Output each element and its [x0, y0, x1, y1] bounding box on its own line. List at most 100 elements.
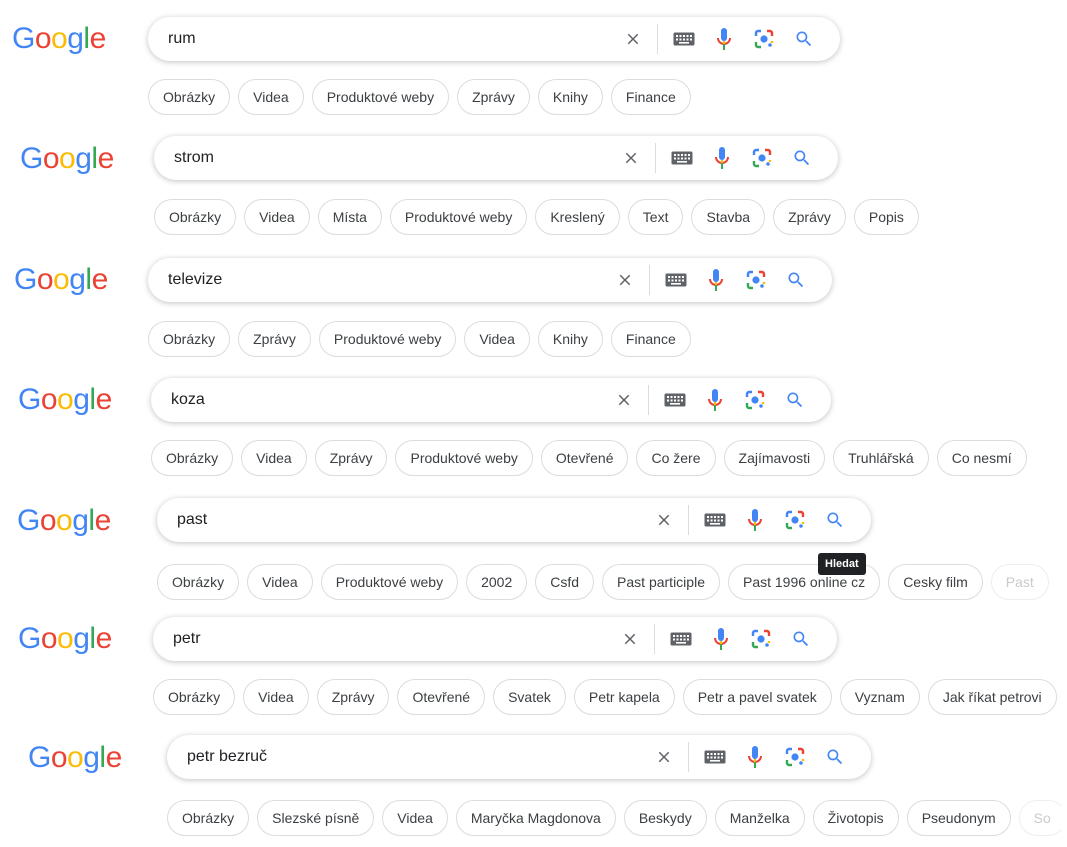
search-box[interactable]: petr bezruč [167, 735, 871, 779]
filter-chip[interactable]: Knihy [537, 321, 603, 357]
filter-chip[interactable]: Zprávy [316, 679, 390, 715]
lens-icon[interactable] [735, 378, 775, 422]
filter-chip[interactable]: Obrázky [148, 321, 231, 357]
search-box[interactable]: petr [153, 617, 837, 661]
filter-chip[interactable]: Truhlářská [833, 440, 929, 476]
filter-chip[interactable]: Videa [382, 800, 448, 836]
search-icon[interactable] [815, 735, 855, 779]
lens-icon[interactable] [744, 17, 784, 61]
filter-chip[interactable]: Csfd [535, 564, 595, 600]
search-icon[interactable] [784, 17, 824, 61]
lens-icon[interactable] [775, 498, 815, 542]
search-input[interactable]: past [177, 498, 207, 542]
keyboard-icon[interactable] [656, 258, 696, 302]
filter-chip[interactable]: Knihy [537, 79, 603, 115]
filter-chip[interactable]: Beskydy [623, 800, 707, 836]
filter-chip[interactable]: Produktové weby [395, 440, 533, 476]
search-box[interactable]: strom [154, 136, 838, 180]
filter-chip[interactable]: Obrázky [167, 800, 250, 836]
filter-chip[interactable]: Svatek [493, 679, 566, 715]
filter-chip[interactable]: Videa [241, 440, 307, 476]
filter-chip[interactable]: Zprávy [314, 440, 388, 476]
filter-chip[interactable]: Zprávy [773, 199, 846, 235]
filter-chip[interactable]: Past [990, 564, 1049, 600]
lens-icon[interactable] [775, 735, 815, 779]
filter-chip[interactable]: Obrázky [151, 440, 234, 476]
keyboard-icon[interactable] [661, 617, 701, 661]
google-logo[interactable]: Google [20, 144, 114, 174]
microphone-icon[interactable] [701, 617, 741, 661]
lens-icon[interactable] [736, 258, 776, 302]
filter-chip[interactable]: Vyznam [839, 679, 920, 715]
filter-chip[interactable]: Videa [464, 321, 530, 357]
filter-chip[interactable]: Obrázky [157, 564, 240, 600]
microphone-icon[interactable] [702, 136, 742, 180]
filter-chip[interactable]: Popis [853, 199, 919, 235]
clear-icon[interactable] [646, 735, 682, 779]
filter-chip[interactable]: Produktové weby [311, 79, 450, 115]
google-logo[interactable]: Google [18, 385, 112, 415]
search-input[interactable]: rum [168, 17, 196, 61]
clear-icon[interactable] [615, 17, 651, 61]
filter-chip[interactable]: Maryčka Magdonova [455, 800, 616, 836]
filter-chip[interactable]: Otevřené [540, 440, 629, 476]
filter-chip[interactable]: Zprávy [457, 79, 530, 115]
filter-chip[interactable]: Otevřené [397, 679, 486, 715]
google-logo[interactable]: Google [17, 506, 111, 536]
keyboard-icon[interactable] [662, 136, 702, 180]
keyboard-icon[interactable] [664, 17, 704, 61]
search-box[interactable]: rum [148, 17, 840, 61]
search-input[interactable]: koza [171, 378, 205, 422]
google-logo[interactable]: Google [14, 265, 108, 295]
keyboard-icon[interactable] [655, 378, 695, 422]
filter-chip[interactable]: Co žere [636, 440, 716, 476]
filter-chip[interactable]: Obrázky [154, 199, 237, 235]
google-logo[interactable]: Google [28, 743, 122, 773]
filter-chip[interactable]: Pseudonym [906, 800, 1011, 836]
microphone-icon[interactable] [735, 735, 775, 779]
clear-icon[interactable] [606, 378, 642, 422]
search-input[interactable]: strom [174, 136, 214, 180]
filter-chip[interactable]: Stavba [691, 199, 766, 235]
search-input[interactable]: petr bezruč [187, 735, 267, 779]
clear-icon[interactable] [646, 498, 682, 542]
google-logo[interactable]: Google [18, 624, 112, 654]
search-box[interactable]: televize [148, 258, 832, 302]
microphone-icon[interactable] [704, 17, 744, 61]
filter-chip[interactable]: Cesky film [888, 564, 983, 600]
filter-chip[interactable]: Zprávy [238, 321, 311, 357]
filter-chip[interactable]: Obrázky [153, 679, 236, 715]
keyboard-icon[interactable] [695, 498, 735, 542]
filter-chip[interactable]: Slezské písně [257, 800, 375, 836]
filter-chip[interactable]: Jak říkat petrovi [927, 679, 1057, 715]
filter-chip[interactable]: Co nesmí [936, 440, 1027, 476]
filter-chip[interactable]: Videa [244, 199, 310, 235]
filter-chip[interactable]: Místa [317, 199, 382, 235]
filter-chip[interactable]: Petr a pavel svatek [682, 679, 832, 715]
search-box[interactable]: koza [151, 378, 831, 422]
google-logo[interactable]: Google [12, 24, 106, 54]
filter-chip[interactable]: Zajímavosti [723, 440, 826, 476]
filter-chip[interactable]: Životopis [812, 800, 899, 836]
filter-chip[interactable]: Kreslený [535, 199, 620, 235]
microphone-icon[interactable] [735, 498, 775, 542]
filter-chip[interactable]: 2002 [466, 564, 528, 600]
filter-chip[interactable]: Produktové weby [320, 564, 459, 600]
search-icon[interactable] [815, 498, 855, 542]
search-icon[interactable] [782, 136, 822, 180]
filter-chip[interactable]: So [1018, 800, 1061, 836]
filter-chip[interactable]: Produktové weby [318, 321, 457, 357]
filter-chip[interactable]: Finance [610, 79, 691, 115]
search-icon[interactable] [776, 258, 816, 302]
filter-chip[interactable]: Manželka [714, 800, 805, 836]
clear-icon[interactable] [607, 258, 643, 302]
filter-chip[interactable]: Videa [247, 564, 313, 600]
filter-chip[interactable]: Petr kapela [573, 679, 675, 715]
filter-chip[interactable]: Obrázky [148, 79, 231, 115]
lens-icon[interactable] [742, 136, 782, 180]
filter-chip[interactable]: Videa [238, 79, 304, 115]
filter-chip[interactable]: Text [627, 199, 684, 235]
filter-chip[interactable]: Past participle [602, 564, 720, 600]
filter-chip[interactable]: Produktové weby [389, 199, 528, 235]
clear-icon[interactable] [613, 136, 649, 180]
